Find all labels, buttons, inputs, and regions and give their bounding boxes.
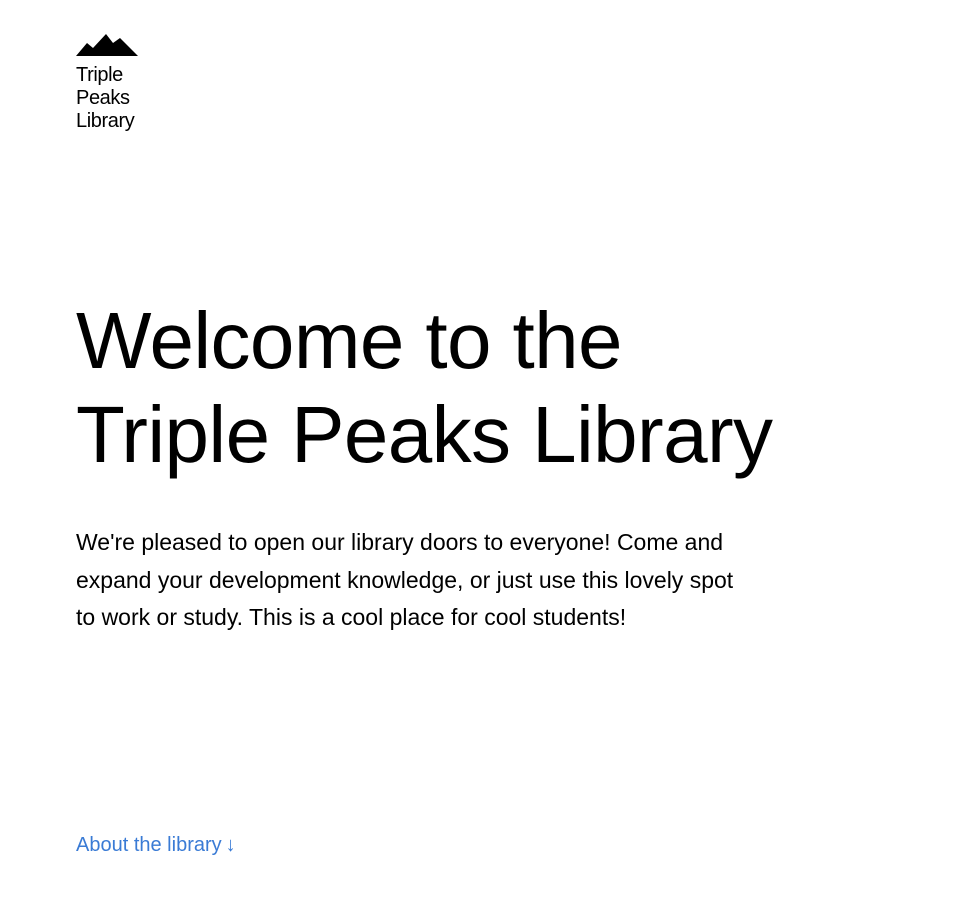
about-library-link[interactable]: About the library ↓: [76, 831, 236, 859]
logo-text: Triple Peaks Library: [76, 64, 135, 132]
three-peaks-logo-icon: [76, 34, 138, 56]
intro-paragraph: We're pleased to open our library doors …: [76, 529, 734, 630]
about-link-label: About the library: [76, 834, 222, 856]
arrow-down-icon: ↓: [225, 834, 236, 856]
page-title: Welcome to the Triple Peaks Library: [76, 296, 773, 479]
logo-link[interactable]: Triple Peaks Library: [76, 34, 156, 133]
hero-section: Welcome to the Triple Peaks Library: [76, 294, 896, 482]
